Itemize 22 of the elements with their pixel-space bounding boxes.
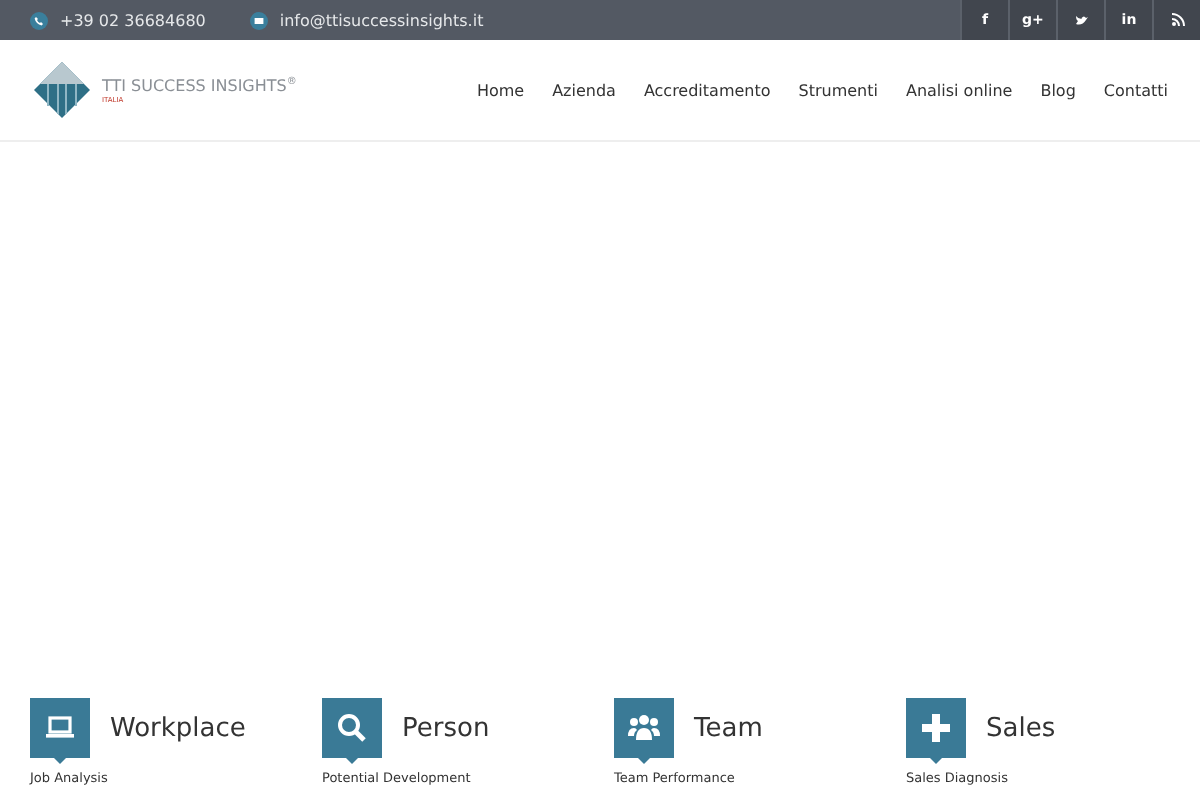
nav-link[interactable]: Strumenti — [798, 81, 878, 99]
nav-link[interactable]: Accreditamento — [643, 81, 771, 99]
nav-link[interactable]: Blog — [1040, 81, 1076, 99]
people-icon — [626, 710, 662, 746]
nav-link[interactable]: Contatti — [1103, 81, 1168, 99]
feature-title: Person — [402, 713, 490, 743]
feature-title: Workplace — [110, 713, 246, 743]
diamond-logo-icon[interactable] — [30, 58, 94, 122]
envelope-icon — [249, 11, 268, 29]
phone-number: +39 02 36684680 — [60, 11, 206, 29]
search-icon — [334, 710, 370, 746]
email-address: info@ttisuccessinsights.it — [279, 11, 484, 29]
feature-title: Team — [694, 713, 763, 743]
nav-link[interactable]: Azienda — [552, 81, 616, 99]
nav-link[interactable]: Home — [476, 81, 525, 99]
nav-link[interactable]: Analisi online — [905, 81, 1013, 99]
feature-title: Sales — [986, 713, 1056, 743]
logo-text[interactable]: TTI SUCCESS INSIGHTS$^{®}$ — [102, 76, 297, 96]
plus-icon — [918, 710, 954, 746]
bird-icon[interactable] — [1056, 0, 1104, 40]
rss-icon[interactable] — [1152, 0, 1200, 40]
phone-icon — [30, 11, 48, 29]
